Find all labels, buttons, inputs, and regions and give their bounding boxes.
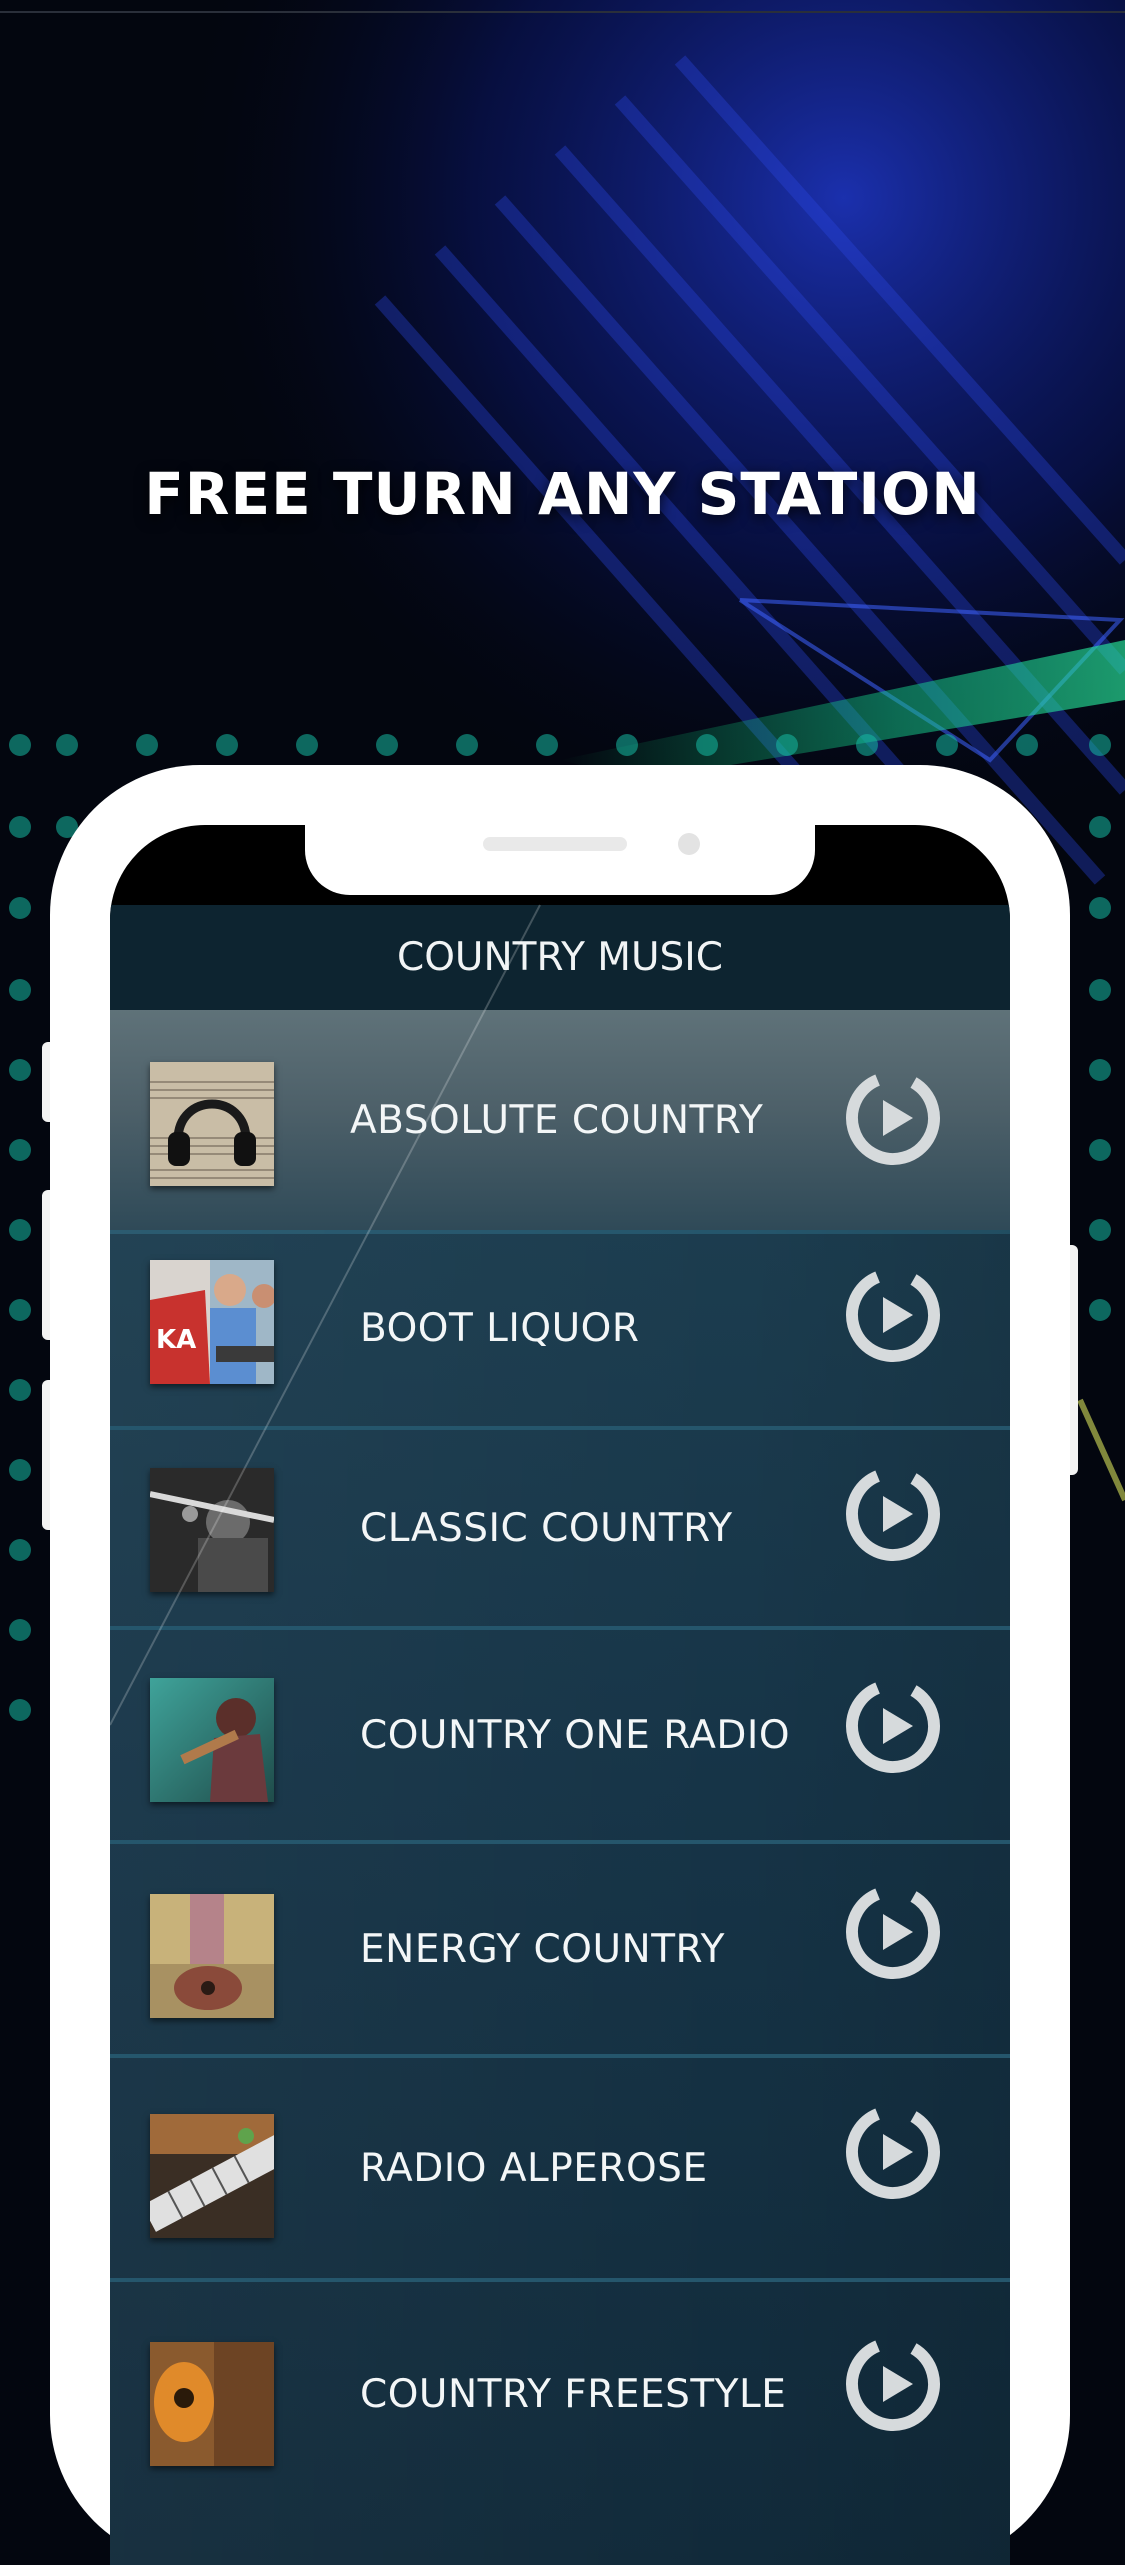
promo-headline: FREE TURN ANY STATION [144, 460, 981, 528]
front-camera [678, 833, 700, 855]
station-name: ABSOLUTE COUNTRY [350, 1097, 764, 1143]
phone-screen: COUNTRY MUSIC ABSOLUTE COUNTRY KA BOOT L… [110, 825, 1010, 2565]
flute-player-icon [150, 1468, 274, 1592]
station-row[interactable]: CLASSIC COUNTRY [110, 1430, 1010, 1630]
station-row[interactable]: KA BOOT LIQUOR [110, 1230, 1010, 1430]
play-circle-icon[interactable] [845, 1466, 941, 1562]
station-thumbnail: KA [150, 1260, 274, 1384]
play-circle-icon[interactable] [845, 2104, 941, 2200]
station-row[interactable]: ABSOLUTE COUNTRY [110, 1010, 1010, 1234]
guitar-field-photo-icon [150, 1894, 274, 2018]
guitar-neck-photo-icon [150, 2114, 274, 2238]
station-thumbnail [150, 1894, 274, 2018]
station-list: ABSOLUTE COUNTRY KA BOOT LIQUOR CLASSIC … [110, 1010, 1010, 2565]
play-circle-icon[interactable] [845, 1678, 941, 1774]
phone-frame: COUNTRY MUSIC ABSOLUTE COUNTRY KA BOOT L… [50, 765, 1070, 2565]
people-photo-icon: KA [150, 1260, 274, 1384]
station-name: COUNTRY FREESTYLE [360, 2372, 787, 2417]
play-circle-icon[interactable] [845, 1884, 941, 1980]
play-circle-icon[interactable] [845, 1070, 941, 1166]
station-thumbnail [150, 2342, 274, 2466]
speaker-grille [483, 837, 627, 851]
station-name: BOOT LIQUOR [360, 1305, 640, 1351]
station-row[interactable]: COUNTRY FREESTYLE [110, 2282, 1010, 2565]
station-thumbnail [150, 1062, 274, 1186]
guitar-woman-photo-icon [150, 1678, 274, 1802]
station-name: CLASSIC COUNTRY [360, 1505, 733, 1551]
app-header: COUNTRY MUSIC [110, 905, 1010, 1010]
station-row[interactable]: COUNTRY ONE RADIO [110, 1630, 1010, 1844]
station-thumbnail [150, 1678, 274, 1802]
svg-text:KA: KA [156, 1325, 196, 1355]
acoustic-guitar-photo-icon [150, 2342, 274, 2466]
play-circle-icon[interactable] [845, 1267, 941, 1363]
headphones-icon [150, 1062, 274, 1186]
station-thumbnail [150, 1468, 274, 1592]
station-row[interactable]: ENERGY COUNTRY [110, 1844, 1010, 2058]
phone-notch [305, 825, 815, 895]
play-circle-icon[interactable] [845, 2336, 941, 2432]
station-name: COUNTRY ONE RADIO [360, 1712, 791, 1758]
station-name: RADIO ALPEROSE [360, 2145, 708, 2191]
station-thumbnail [150, 2114, 274, 2238]
station-name: ENERGY COUNTRY [360, 1926, 725, 1972]
app-header-title: COUNTRY MUSIC [397, 935, 723, 980]
station-row[interactable]: RADIO ALPEROSE [110, 2058, 1010, 2282]
